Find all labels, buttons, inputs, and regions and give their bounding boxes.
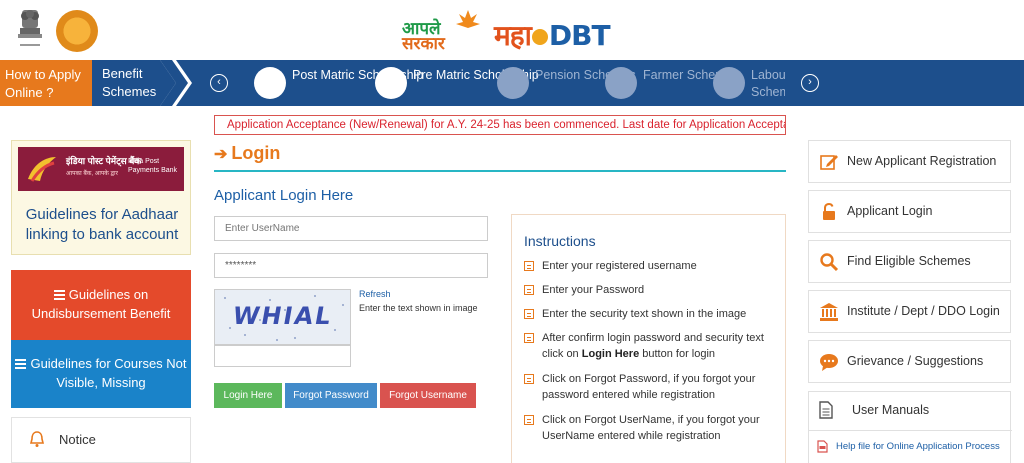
divider bbox=[809, 430, 1012, 431]
instruction-item: Click on Forgot Password, if you forgot … bbox=[524, 371, 782, 403]
nav-next-button[interactable]: › bbox=[801, 74, 819, 92]
instruction-item: Enter the security text shown in the ima… bbox=[524, 306, 782, 322]
list-bullet-icon bbox=[524, 333, 534, 343]
notice-panel[interactable]: Notice bbox=[11, 417, 191, 463]
applicant-login-subtitle: Applicant Login Here bbox=[214, 187, 354, 204]
labour-worker-icon bbox=[713, 67, 745, 99]
instructions-title: Instructions bbox=[524, 233, 596, 249]
unlock-icon bbox=[823, 202, 835, 220]
nav-item-labour[interactable]: Labour Schemes bbox=[751, 60, 785, 106]
list-icon bbox=[15, 359, 27, 369]
ippb-tagline: आपका बैंक, आपके द्वार bbox=[66, 171, 119, 177]
grievance-button[interactable]: Grievance / Suggestions bbox=[808, 340, 1011, 383]
mahadbt-logo: महा DBT bbox=[494, 19, 611, 52]
captcha-hint: Enter the text shown in image bbox=[359, 303, 478, 313]
login-title: ➔ Login bbox=[214, 143, 281, 163]
aadhaar-guideline-link[interactable]: Guidelines for Aadhaar linking to bank a… bbox=[12, 205, 192, 245]
chat-bubble-icon bbox=[820, 354, 838, 371]
title-divider bbox=[214, 170, 786, 172]
courses-guideline-link[interactable]: Guidelines for Courses Not Visible, Miss… bbox=[11, 340, 191, 408]
captcha-refresh-link[interactable]: Refresh bbox=[359, 289, 391, 299]
captcha-image: WHIAL bbox=[214, 289, 351, 345]
sign-in-icon: ➔ bbox=[214, 146, 228, 163]
aaple-sarkar-logo: आपले सरकार bbox=[402, 19, 445, 54]
flame-icon bbox=[456, 10, 480, 28]
list-bullet-icon bbox=[524, 374, 534, 384]
notice-label: Notice bbox=[59, 432, 96, 447]
list-bullet-icon bbox=[524, 415, 534, 425]
list-bullet-icon bbox=[524, 261, 534, 271]
search-icon bbox=[820, 253, 839, 272]
instruction-item: After confirm login password and securit… bbox=[524, 330, 782, 362]
elderly-person-icon bbox=[497, 67, 529, 99]
maharashtra-seal-icon bbox=[56, 10, 98, 52]
tractor-icon bbox=[605, 67, 637, 99]
instruction-item: Enter your Password bbox=[524, 282, 782, 298]
undisbursement-guideline-link[interactable]: Guidelines on Undisbursement Benefit bbox=[11, 270, 191, 340]
instruction-item: Click on Forgot UserName, if you forgot … bbox=[524, 412, 782, 444]
chevron-right-icon bbox=[160, 60, 192, 106]
scholarship-cap-icon bbox=[254, 67, 286, 99]
login-button[interactable]: Login Here bbox=[214, 383, 282, 408]
ippb-english-name: India Post Payments Bank bbox=[128, 158, 178, 174]
help-file-link[interactable]: Help file for Online Application Process bbox=[836, 441, 1000, 452]
institution-building-icon bbox=[820, 303, 838, 321]
national-emblem-icon bbox=[18, 10, 42, 46]
new-applicant-registration-button[interactable]: New Applicant Registration bbox=[808, 140, 1011, 183]
ippb-banner: इंडिया पोस्ट पेमेंट्स बैंक आपका बैंक, आप… bbox=[18, 147, 184, 191]
instruction-item: Enter your registered username bbox=[524, 258, 782, 274]
password-input[interactable] bbox=[214, 253, 488, 278]
list-bullet-icon bbox=[524, 309, 534, 319]
nav-item-labour-clip: Labour Schemes bbox=[751, 60, 785, 106]
forgot-password-button[interactable]: Forgot Password bbox=[285, 383, 377, 408]
ippb-aadhaar-card[interactable]: इंडिया पोस्ट पेमेंट्स बैंक आपका बैंक, आप… bbox=[11, 140, 191, 255]
user-manuals-panel: User Manuals Help file for Online Applic… bbox=[808, 391, 1012, 463]
captcha-text: WHIAL bbox=[230, 302, 335, 330]
forgot-username-button[interactable]: Forgot Username bbox=[380, 383, 476, 408]
institute-login-button[interactable]: Institute / Dept / DDO Login bbox=[808, 290, 1011, 333]
announcement-marquee[interactable]: Application Acceptance (New/Renewal) for… bbox=[214, 115, 786, 135]
bell-icon bbox=[29, 431, 45, 447]
list-bullet-icon bbox=[524, 285, 534, 295]
how-to-apply-link[interactable]: How to Apply Online ? bbox=[0, 60, 92, 106]
applicant-login-button[interactable]: Applicant Login bbox=[808, 190, 1011, 233]
nav-prev-button[interactable]: ‹ bbox=[210, 74, 228, 92]
brand-logo: आपले सरकार महा DBT bbox=[402, 8, 632, 58]
header: आपले सरकार महा DBT bbox=[0, 0, 1024, 60]
student-girl-icon bbox=[375, 67, 407, 99]
list-icon bbox=[53, 290, 65, 300]
rupee-coin-icon bbox=[531, 29, 548, 45]
username-input[interactable] bbox=[214, 216, 488, 241]
instructions-panel: Instructions Enter your registered usern… bbox=[511, 214, 786, 463]
pdf-file-icon bbox=[817, 440, 828, 453]
edit-icon bbox=[820, 155, 838, 170]
document-icon bbox=[819, 401, 833, 419]
find-eligible-schemes-button[interactable]: Find Eligible Schemes bbox=[808, 240, 1011, 283]
user-manuals-label: User Manuals bbox=[852, 403, 930, 417]
scheme-nav-bar: How to Apply Online ? Benefit Schemes ‹ … bbox=[0, 60, 1024, 106]
captcha-input[interactable] bbox=[214, 345, 351, 367]
ippb-bird-logo-icon bbox=[28, 157, 56, 182]
